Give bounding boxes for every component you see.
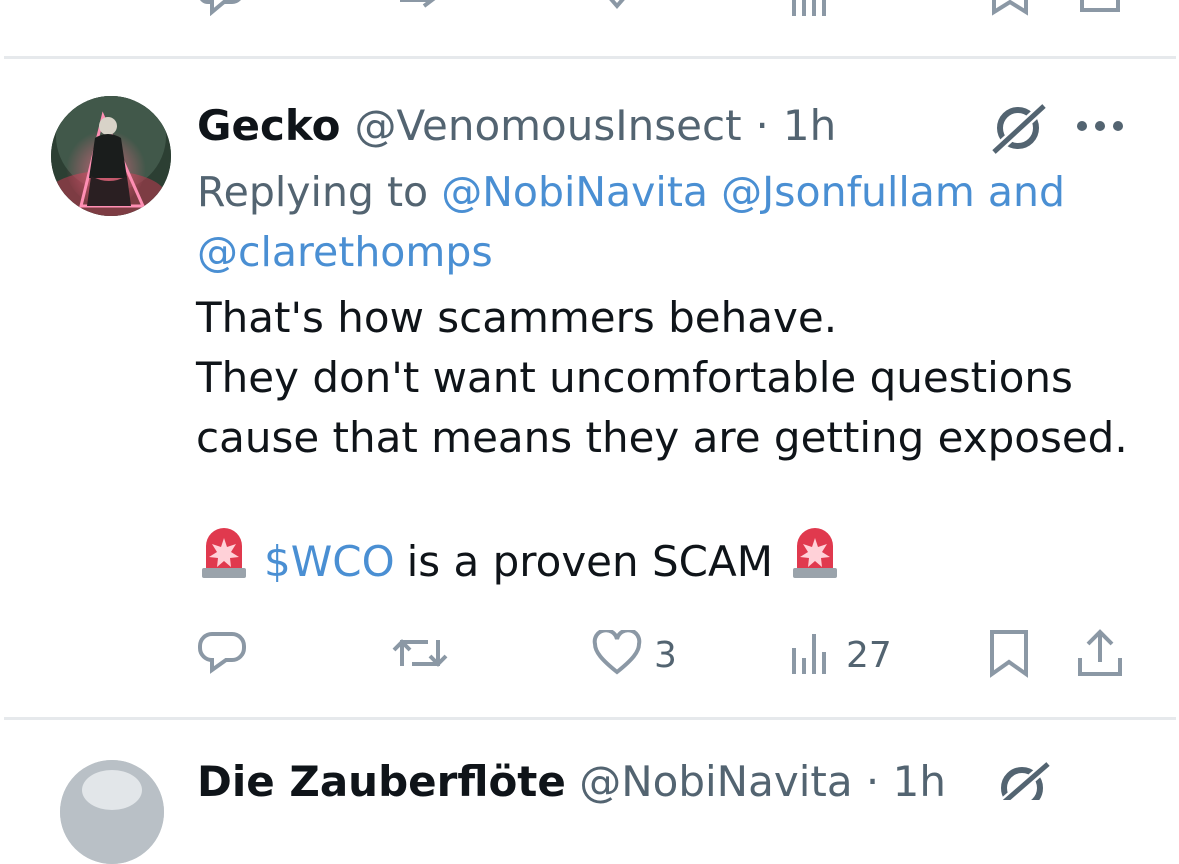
avatar[interactable]	[60, 760, 164, 864]
bookmark-icon	[988, 628, 1030, 682]
views-icon[interactable]	[790, 0, 830, 20]
bookmark-button[interactable]	[988, 628, 1030, 682]
more-icon[interactable]	[1076, 116, 1124, 140]
grok-icon[interactable]	[990, 100, 1050, 160]
display-name[interactable]: Die Zauberflöte	[197, 757, 566, 806]
bookmark-icon[interactable]	[990, 0, 1030, 20]
views-count: 27	[846, 634, 892, 676]
replying-to: Replying to @NobiNavita @Jsonfullam and …	[197, 162, 1097, 282]
tweet-actions: 3 27	[0, 628, 1179, 682]
tweet-header: Gecko @VenomousInsect · 1h	[197, 98, 836, 154]
tweet-text-line: They don't want uncomfortable questions	[196, 353, 1073, 402]
siren-emoji	[196, 526, 252, 598]
tweet-text-line: cause that means they are getting expose…	[196, 413, 1128, 462]
separator-dot: ·	[865, 757, 880, 806]
replying-prefix: Replying to	[197, 168, 429, 216]
mention-and-link[interactable]: and	[988, 168, 1065, 216]
reply-icon[interactable]	[200, 0, 246, 20]
tweet-text-line: That's how scammers behave.	[196, 293, 838, 342]
separator-dot: ·	[755, 101, 769, 150]
like-icon	[592, 628, 642, 680]
user-handle[interactable]: @VenomousInsect	[355, 101, 742, 150]
previous-tweet-actions: 2 46	[0, 0, 1179, 17]
retweet-icon	[390, 630, 450, 680]
views-button[interactable]: 27	[790, 628, 892, 682]
tweet-text-scam-line: $WCO is a proven SCAM	[196, 526, 843, 598]
mention-link[interactable]: @NobiNavita	[441, 168, 708, 216]
cashtag-link[interactable]: $WCO	[264, 532, 395, 592]
siren-emoji	[787, 526, 843, 598]
display-name[interactable]: Gecko	[197, 101, 341, 150]
next-tweet-header: Die Zauberflöte @NobiNavita · 1h	[197, 754, 946, 810]
retweet-icon[interactable]	[396, 0, 452, 20]
grok-icon[interactable]	[998, 760, 1054, 809]
user-handle[interactable]: @NobiNavita	[579, 757, 852, 806]
timestamp[interactable]: 1h	[783, 101, 836, 150]
mention-link[interactable]: @clarethomps	[197, 228, 493, 276]
retweet-button[interactable]	[390, 628, 450, 682]
scam-text: is a proven SCAM	[406, 537, 773, 586]
like-button[interactable]: 3	[592, 628, 677, 682]
tweet-text: That's how scammers behave. They don't w…	[196, 288, 1156, 468]
tweet-divider	[4, 56, 1176, 59]
avatar[interactable]	[51, 96, 171, 216]
share-icon[interactable]	[1078, 0, 1122, 20]
reply-button[interactable]	[198, 628, 248, 682]
share-icon	[1076, 628, 1124, 682]
timestamp[interactable]: 1h	[893, 757, 946, 806]
like-icon[interactable]	[594, 0, 640, 20]
like-count: 3	[654, 634, 677, 676]
tweet-divider	[4, 717, 1176, 720]
share-button[interactable]	[1076, 628, 1124, 682]
reply-icon	[198, 630, 248, 680]
mention-link[interactable]: @Jsonfullam	[721, 168, 975, 216]
views-icon	[790, 630, 834, 680]
